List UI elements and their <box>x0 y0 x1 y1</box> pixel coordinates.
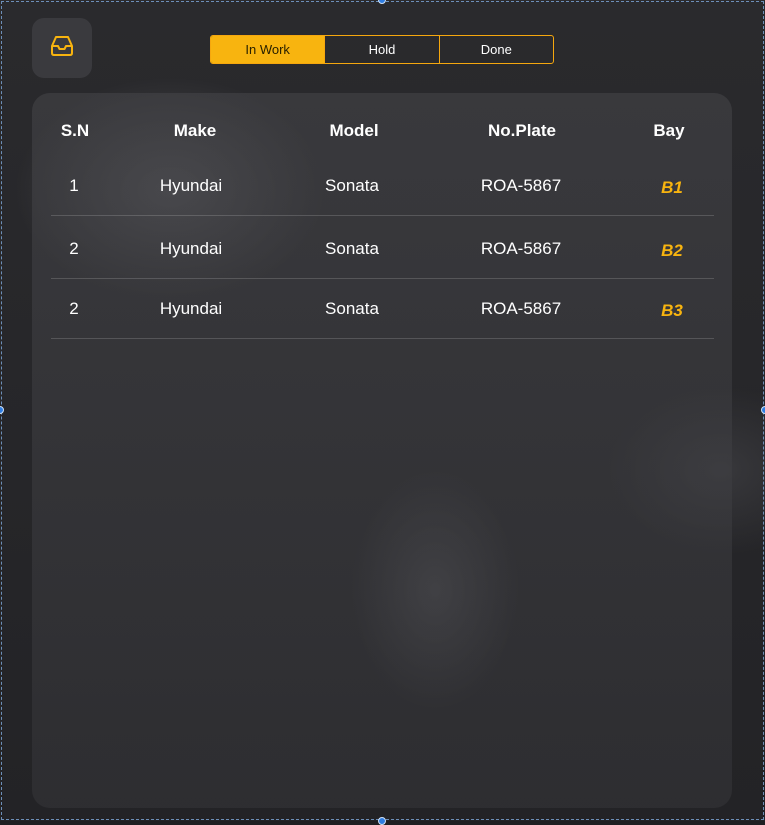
resize-handle-bottom[interactable] <box>378 817 386 825</box>
row-divider <box>51 215 714 216</box>
row-bay: B3 <box>661 301 683 320</box>
row-sn: 1 <box>69 176 79 195</box>
row-divider <box>51 278 714 279</box>
resize-handle-right[interactable] <box>761 406 765 414</box>
row-divider <box>51 338 714 339</box>
header-sn: S.N <box>60 121 90 140</box>
row-make: Hyundai <box>159 239 223 258</box>
header-model: Model <box>329 121 379 140</box>
tab-hold[interactable]: Hold <box>325 36 440 63</box>
row-make: Hyundai <box>159 176 223 195</box>
row-bay: B2 <box>661 241 683 260</box>
header-make: Make <box>173 121 217 140</box>
row-plate: ROA-5867 <box>480 299 562 318</box>
vehicle-table-panel <box>32 93 732 808</box>
row-model: Sonata <box>325 176 379 195</box>
tab-done[interactable]: Done <box>440 36 553 63</box>
row-sn: 2 <box>69 299 79 318</box>
inbox-button[interactable] <box>32 18 92 78</box>
row-model: Sonata <box>325 299 379 318</box>
status-tabs: In Work Hold Done <box>210 35 554 64</box>
row-bay: B1 <box>661 178 683 197</box>
row-plate: ROA-5867 <box>480 239 562 258</box>
row-plate: ROA-5867 <box>480 176 562 195</box>
tab-in-work[interactable]: In Work <box>211 36 326 63</box>
inbox-tray-icon <box>50 35 74 62</box>
header-bay: Bay <box>653 121 685 140</box>
row-make: Hyundai <box>159 299 223 318</box>
row-model: Sonata <box>325 239 379 258</box>
row-sn: 2 <box>69 239 79 258</box>
header-plate: No.Plate <box>487 121 557 140</box>
